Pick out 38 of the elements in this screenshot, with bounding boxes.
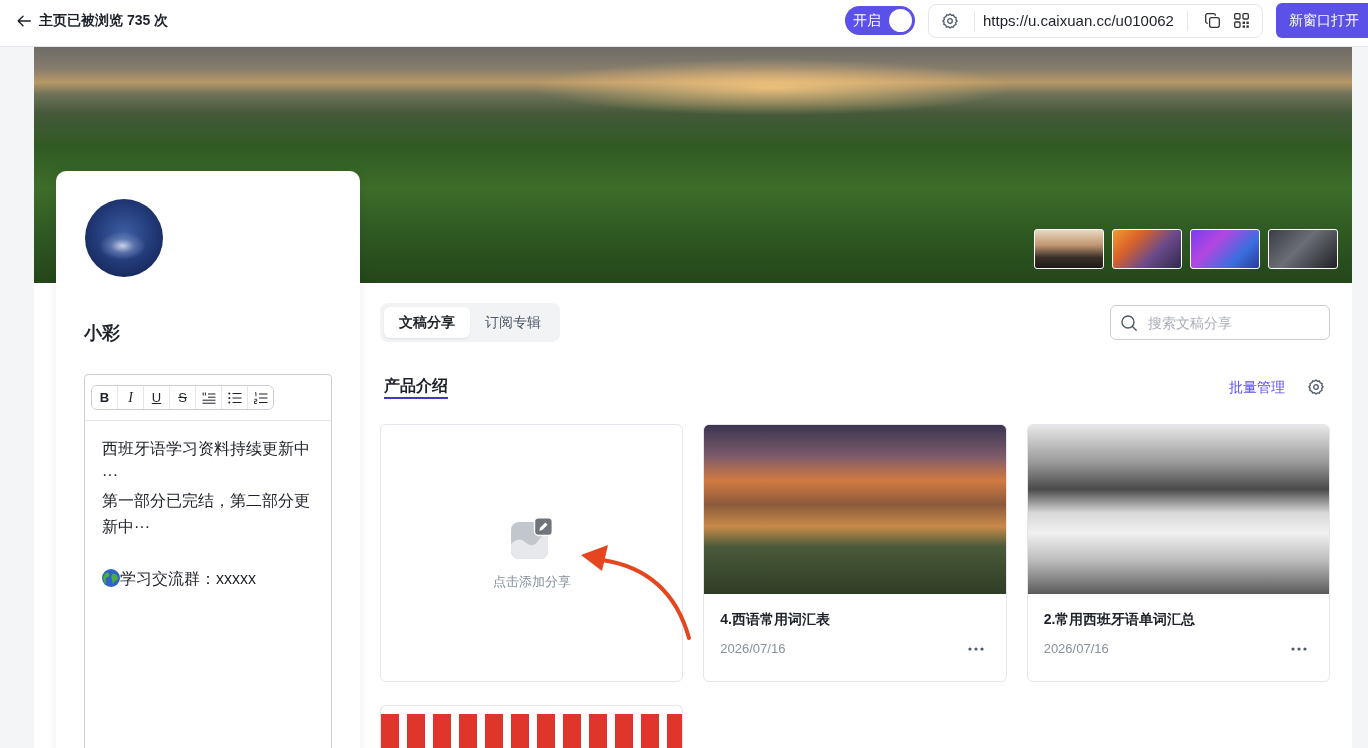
copy-icon[interactable] bbox=[1205, 13, 1220, 28]
open-new-window-button[interactable]: 新窗口打开 bbox=[1276, 3, 1368, 38]
back-arrow-icon[interactable] bbox=[17, 14, 31, 27]
editor-text: 西班牙语学习资料持续更新中··· bbox=[102, 440, 310, 483]
settings-icon[interactable] bbox=[942, 12, 958, 29]
page-view-count: 主页已被浏览 735 次 bbox=[39, 11, 169, 30]
numbered-list-icon[interactable] bbox=[253, 391, 268, 404]
more-icon[interactable] bbox=[967, 647, 984, 651]
post-card[interactable]: 4.西语常用词汇表 2026/07/16 bbox=[703, 424, 1007, 682]
search-field[interactable]: 搜索文稿分享 bbox=[1110, 305, 1330, 340]
image-edit-icon bbox=[510, 516, 553, 559]
qr-code-icon[interactable] bbox=[1234, 13, 1249, 28]
tab[interactable]: 文稿分享 bbox=[384, 307, 470, 338]
editor-text: 学习交流群：xxxxx bbox=[120, 570, 256, 587]
post-date: 2026/07/16 bbox=[720, 640, 786, 658]
cover-thumbnail[interactable] bbox=[1268, 229, 1338, 269]
indent-icon[interactable] bbox=[201, 391, 216, 404]
settings-icon[interactable] bbox=[1308, 379, 1324, 395]
url-text[interactable]: https://u.caixuan.cc/u010062 bbox=[983, 12, 1174, 29]
globe-icon bbox=[102, 569, 120, 587]
user-name: 小彩 bbox=[84, 322, 120, 345]
editor-text: 第一部分已完结，第二部分更新中··· bbox=[102, 492, 310, 535]
section-tab[interactable]: 产品介绍 bbox=[384, 376, 448, 399]
tab[interactable]: 订阅专辑 bbox=[470, 307, 556, 338]
batch-manage-link[interactable]: 批量管理 bbox=[1229, 377, 1285, 397]
cover-thumbnail[interactable] bbox=[1112, 229, 1182, 269]
more-icon[interactable] bbox=[1291, 647, 1307, 651]
post-date: 2026/07/16 bbox=[1043, 640, 1109, 658]
search-icon bbox=[1121, 314, 1137, 331]
rich-text-editor[interactable]: B I U S 西班牙语学习资料持续更新中··· 第一部分已完结，第二部分更新中··· 学习交流群：xxxxx bbox=[84, 374, 332, 748]
bullet-list-icon[interactable] bbox=[227, 391, 242, 404]
cover-thumbnail[interactable] bbox=[1034, 229, 1104, 269]
toggle-switch[interactable]: 开启 bbox=[845, 6, 915, 35]
post-title: 4.西语常用词汇表 bbox=[720, 610, 830, 629]
post-card[interactable]: 2.常用西班牙语单词汇总 2026/07/16 bbox=[1026, 424, 1330, 682]
add-share-card[interactable]: 点击添加分享 bbox=[380, 424, 684, 682]
cover-thumbnail[interactable] bbox=[1190, 229, 1260, 269]
post-title: 2.常用西班牙语单词汇总 bbox=[1043, 610, 1196, 629]
